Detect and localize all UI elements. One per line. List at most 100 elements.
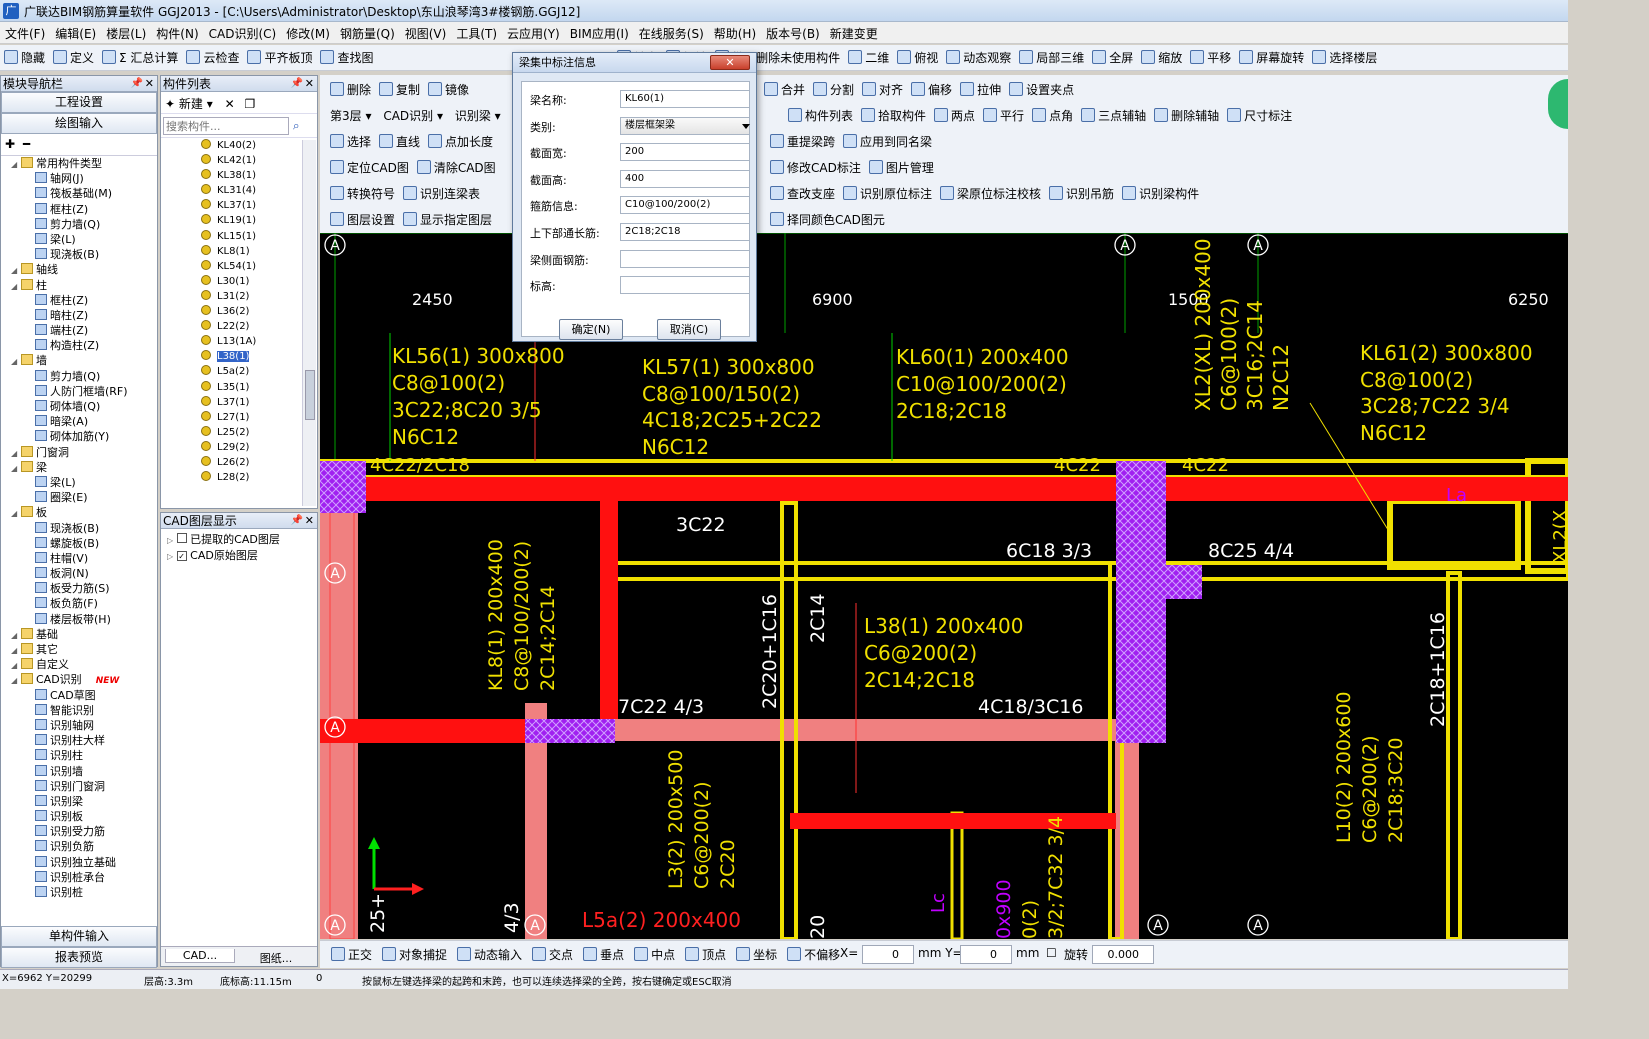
tb7r-button-0[interactable]: 择同颜色CAD图元	[766, 207, 889, 232]
component-list-item[interactable]: L37(1)	[161, 395, 317, 410]
dialog-close-button[interactable]: ✕	[710, 55, 750, 70]
layer-extracted[interactable]: ▷ 已提取的CAD图层	[167, 531, 311, 547]
tb1r-button-11[interactable]: 选择楼层	[1308, 45, 1381, 70]
tb6r-button-4[interactable]: 识别梁构件	[1118, 181, 1203, 206]
expand-arrow-icon[interactable]: ◢	[11, 658, 21, 673]
scrollbar-thumb[interactable]	[305, 370, 315, 420]
snap-option-7[interactable]: 坐标	[731, 941, 782, 968]
tb7l-button-1[interactable]: 显示指定图层	[399, 207, 496, 232]
tb2r-button-0[interactable]: 合并	[760, 77, 809, 102]
layer-original[interactable]: ▷ ✓ CAD原始图层	[167, 547, 311, 563]
checkbox-checked-icon[interactable]: ✓	[176, 551, 187, 561]
menu-item-6[interactable]: 钢筋量(Q)	[335, 22, 400, 45]
component-list-scrollbar[interactable]	[302, 140, 316, 506]
copy-icon[interactable]: ❐	[244, 97, 255, 111]
menu-item-7[interactable]: 视图(V)	[400, 22, 452, 45]
snap-option-2[interactable]: 动态输入	[452, 941, 527, 968]
nav-tree-item[interactable]: CAD草图	[5, 688, 157, 703]
nav-tree-item[interactable]: 识别梁	[5, 794, 157, 809]
tb1r-button-6[interactable]: 局部三维	[1015, 45, 1088, 70]
component-list-item[interactable]: KL37(1)	[161, 198, 317, 213]
snap-option-6[interactable]: 顶点	[680, 941, 731, 968]
nav-tree-item[interactable]: ◢ 梁	[5, 460, 157, 475]
expand-all-icon[interactable]: ✚	[5, 137, 15, 151]
expand-arrow-icon[interactable]: ◢	[11, 157, 21, 172]
tb5l-button-0[interactable]: 定位CAD图	[326, 155, 413, 180]
nav-tree-item[interactable]: 梁(L)	[5, 232, 157, 247]
component-list-item[interactable]: L29(2)	[161, 440, 317, 455]
tb1r-button-10[interactable]: 屏幕旋转	[1235, 45, 1308, 70]
nav-tree-item[interactable]: 识别轴网	[5, 718, 157, 733]
expand-arrow-icon[interactable]: ▷	[167, 536, 173, 545]
expand-arrow-icon[interactable]: ◢	[11, 354, 21, 369]
collapse-all-icon[interactable]: ━	[23, 137, 30, 151]
nav-tree-item[interactable]: 框柱(Z)	[5, 202, 157, 217]
menu-item-8[interactable]: 工具(T)	[451, 22, 502, 45]
tb1l-button-5[interactable]: 查找图	[316, 45, 377, 70]
tb6r-button-3[interactable]: 识别吊筋	[1045, 181, 1118, 206]
tb6l-button-0[interactable]: 转换符号	[326, 181, 399, 206]
tb6r-button-0[interactable]: 查改支座	[766, 181, 839, 206]
tb2r-button-4[interactable]: 拉伸	[956, 77, 1005, 102]
nav-tree-item[interactable]: 识别板	[5, 809, 157, 824]
x-offset-input[interactable]: 0	[862, 945, 914, 964]
component-list-item[interactable]: L13(1A)	[161, 334, 317, 349]
tb3r-button-6[interactable]: 删除辅轴	[1150, 103, 1223, 128]
nav-tree-item[interactable]: 现浇板(B)	[5, 247, 157, 262]
component-list-item[interactable]: L38(1)	[161, 349, 317, 364]
menu-item-12[interactable]: 帮助(H)	[709, 22, 761, 45]
tb1r-button-8[interactable]: 缩放	[1137, 45, 1186, 70]
menu-item-4[interactable]: CAD识别(C)	[204, 22, 282, 45]
expand-arrow-icon[interactable]: ◢	[11, 643, 21, 658]
tb5r-button-1[interactable]: 图片管理	[865, 155, 938, 180]
close-icon[interactable]: ✕	[305, 513, 314, 529]
component-list-item[interactable]: L28(2)	[161, 470, 317, 485]
tb7l-button-0[interactable]: 图层设置	[326, 207, 399, 232]
tb2l-button-0[interactable]: 删除	[326, 77, 375, 102]
tb2r-button-5[interactable]: 设置夹点	[1005, 77, 1078, 102]
tb3r-button-7[interactable]: 尺寸标注	[1223, 103, 1296, 128]
nav-tree-item[interactable]: 构造柱(Z)	[5, 338, 157, 353]
expand-arrow-icon[interactable]: ◢	[11, 461, 21, 476]
nav-tree-item[interactable]: 剪力墙(Q)	[5, 217, 157, 232]
floor-select[interactable]: 第3层 ▾	[326, 103, 375, 128]
field-input[interactable]	[620, 249, 750, 268]
expand-arrow-icon[interactable]: ◢	[11, 673, 21, 688]
snap-option-5[interactable]: 中点	[629, 941, 680, 968]
component-list-item[interactable]: KL54(1)	[161, 259, 317, 274]
rotate-input[interactable]: 0.000	[1092, 945, 1154, 964]
component-list-item[interactable]: KL8(1)	[161, 244, 317, 259]
nav-tree-item[interactable]: 圈梁(E)	[5, 490, 157, 505]
tb6r-button-1[interactable]: 识别原位标注	[839, 181, 936, 206]
tb1r-button-4[interactable]: 俯视	[893, 45, 942, 70]
tb2l-button-1[interactable]: 复制	[375, 77, 424, 102]
menu-item-1[interactable]: 编辑(E)	[50, 22, 101, 45]
menu-item-2[interactable]: 楼层(L)	[101, 22, 151, 45]
expand-arrow-icon[interactable]: ◢	[11, 279, 21, 294]
tb5r-button-0[interactable]: 修改CAD标注	[766, 155, 865, 180]
sub-mode-select[interactable]: 识别梁 ▾	[451, 103, 505, 128]
mode-select[interactable]: CAD识别 ▾	[379, 103, 447, 128]
tb1r-button-5[interactable]: 动态观察	[942, 45, 1015, 70]
component-list-item[interactable]: L27(1)	[161, 410, 317, 425]
tb4r-button-0[interactable]: 重提梁跨	[766, 129, 839, 154]
nav-tree-item[interactable]: ◢ 基础	[5, 627, 157, 642]
expand-arrow-icon[interactable]: ◢	[11, 446, 21, 461]
nav-tree-item[interactable]: 识别桩	[5, 885, 157, 900]
drawing-input-button[interactable]: 绘图输入	[1, 113, 157, 134]
menu-item-10[interactable]: BIM应用(I)	[565, 22, 634, 45]
report-preview-button[interactable]: 报表预览	[1, 947, 157, 968]
tb3r-button-4[interactable]: 点角	[1028, 103, 1077, 128]
tb3r-button-5[interactable]: 三点辅轴	[1077, 103, 1150, 128]
tb3r-button-3[interactable]: 平行	[979, 103, 1028, 128]
beam-type-select[interactable]: 楼层框架梁	[620, 116, 750, 135]
cancel-button[interactable]: 取消(C)	[657, 319, 721, 340]
search-icon[interactable]: ⌕	[293, 119, 300, 133]
nav-tree-item[interactable]: ◢ 墙	[5, 353, 157, 368]
tab-cad[interactable]: CAD...	[165, 949, 235, 963]
menu-item-11[interactable]: 在线服务(S)	[634, 22, 709, 45]
field-input[interactable]: C10@100/200(2)	[620, 196, 750, 215]
tb3r-button-2[interactable]: 两点	[930, 103, 979, 128]
tb4l-button-1[interactable]: 直线	[375, 129, 424, 154]
tb1l-button-4[interactable]: 平齐板顶	[243, 45, 316, 70]
